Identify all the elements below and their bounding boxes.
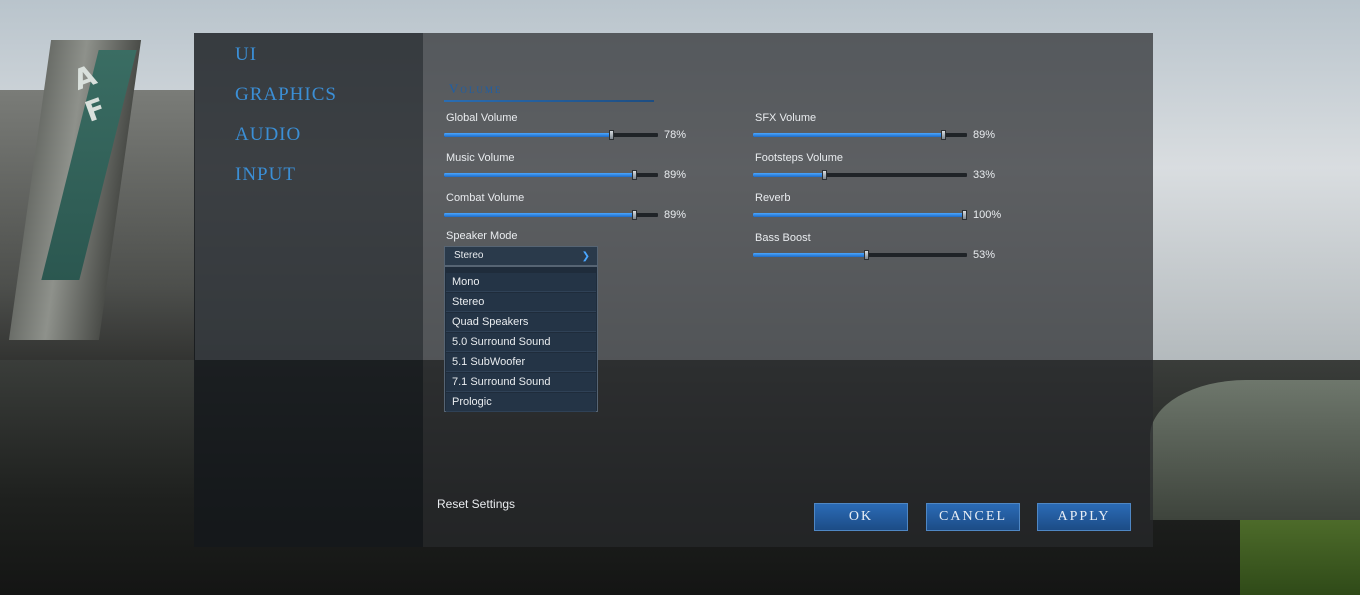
cancel-button[interactable]: CANCEL: [926, 503, 1020, 531]
slider-handle[interactable]: [822, 170, 827, 180]
bass-boost-value: 53%: [973, 249, 996, 261]
combat-volume-slider[interactable]: [444, 210, 658, 220]
footsteps-volume-slider[interactable]: [753, 170, 967, 180]
slider-fill: [444, 213, 634, 217]
option-prologic[interactable]: Prologic: [446, 393, 596, 412]
slider-handle[interactable]: [864, 250, 869, 260]
footsteps-volume-label: Footsteps Volume: [755, 152, 844, 164]
option-quad-speakers[interactable]: Quad Speakers: [446, 313, 596, 332]
reverb-slider[interactable]: [753, 210, 967, 220]
sfx-volume-slider[interactable]: [753, 130, 967, 140]
chevron-down-icon: ❯: [581, 251, 590, 262]
reset-settings-link[interactable]: Reset Settings: [437, 497, 515, 511]
bass-boost-label: Bass Boost: [755, 232, 811, 244]
speaker-mode-selected: Stereo: [454, 250, 484, 261]
combat-volume-value: 89%: [664, 209, 687, 221]
slider-handle[interactable]: [632, 170, 637, 180]
reverb-value: 100%: [973, 209, 1002, 221]
music-volume-value: 89%: [664, 169, 687, 181]
slider-handle[interactable]: [962, 210, 967, 220]
apply-button[interactable]: APPLY: [1037, 503, 1131, 531]
music-volume-label: Music Volume: [446, 152, 515, 164]
speaker-mode-options: Mono Stereo Quad Speakers 5.0 Surround S…: [444, 266, 598, 412]
slider-fill: [444, 133, 611, 137]
section-title: Volume: [449, 81, 503, 96]
grass: [1240, 520, 1360, 595]
footsteps-volume-value: 33%: [973, 169, 996, 181]
slider-fill: [753, 213, 967, 217]
slider-fill: [444, 173, 634, 177]
slider-handle[interactable]: [941, 130, 946, 140]
slider-handle[interactable]: [609, 130, 614, 140]
slider-fill: [753, 133, 943, 137]
bass-boost-slider[interactable]: [753, 250, 967, 260]
ok-button[interactable]: OK: [814, 503, 908, 531]
slider-handle[interactable]: [632, 210, 637, 220]
music-volume-slider[interactable]: [444, 170, 658, 180]
option-5-0-surround[interactable]: 5.0 Surround Sound: [446, 333, 596, 352]
global-volume-value: 78%: [664, 129, 687, 141]
option-7-1-surround[interactable]: 7.1 Surround Sound: [446, 373, 596, 392]
global-volume-slider[interactable]: [444, 130, 658, 140]
global-volume-label: Global Volume: [446, 112, 518, 124]
sfx-volume-value: 89%: [973, 129, 996, 141]
audio-settings: Volume Global Volume 78% Music Volume 89…: [194, 33, 1153, 547]
sfx-volume-label: SFX Volume: [755, 112, 817, 124]
option-5-1-subwoofer[interactable]: 5.1 SubWoofer: [446, 353, 596, 372]
combat-volume-label: Combat Volume: [446, 192, 525, 204]
option-stereo[interactable]: Stereo: [446, 293, 596, 312]
section-divider: [444, 100, 654, 102]
speaker-mode-dropdown[interactable]: Stereo ❯: [444, 246, 598, 266]
speaker-mode-label: Speaker Mode: [446, 230, 518, 242]
reverb-label: Reverb: [755, 192, 791, 204]
option-mono[interactable]: Mono: [446, 273, 596, 292]
slider-fill: [753, 253, 866, 257]
slider-fill: [753, 173, 824, 177]
hill: [1150, 380, 1360, 520]
